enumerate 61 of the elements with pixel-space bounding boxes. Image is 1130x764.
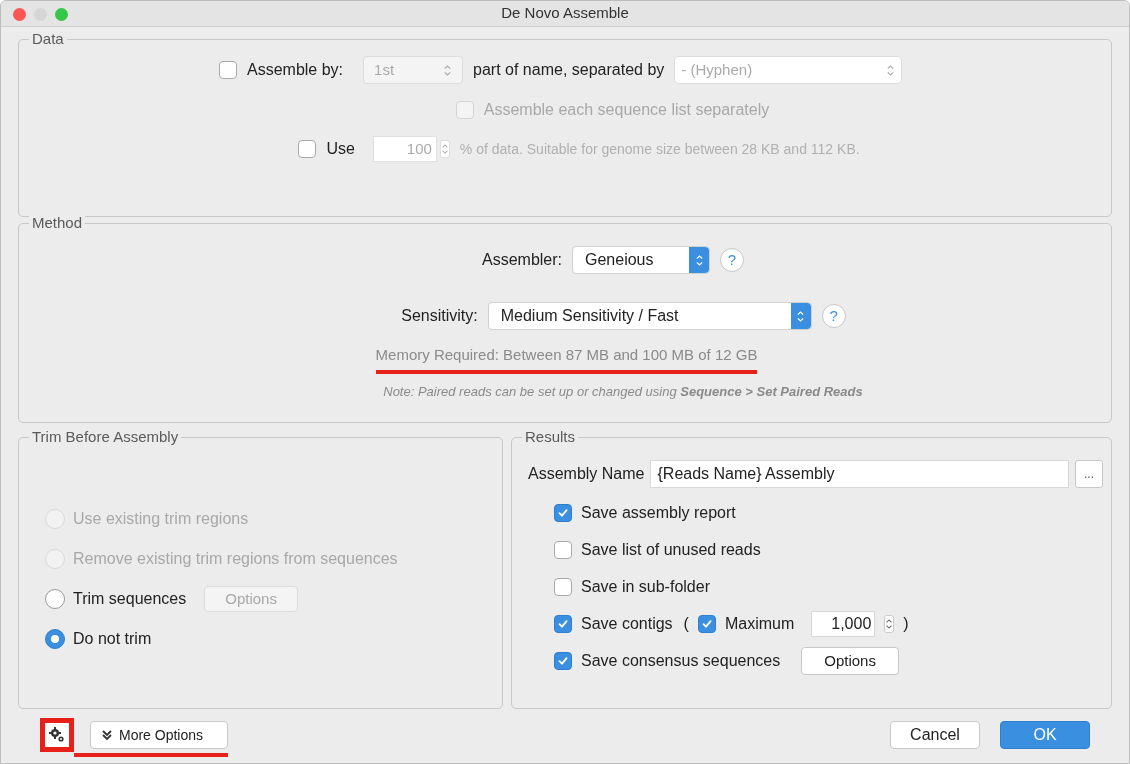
checkbox-label: Save consensus sequences [581,651,781,671]
checkbox[interactable] [554,615,572,633]
help-button[interactable]: ? [720,248,744,272]
radio-button[interactable] [45,589,65,609]
select-value: Geneious [585,250,654,270]
checkbox-label: Save assembly report [581,503,736,523]
radio-label: Remove existing trim regions from sequences [73,549,398,569]
stepper-icon[interactable] [796,308,806,324]
checkbox-label: Assemble by: [247,60,344,80]
checkbox[interactable] [298,140,317,158]
select-value: Medium Sensitivity / Fast [500,306,679,326]
gear-icon [49,727,65,743]
assembler-select[interactable]: Geneious [572,246,710,274]
checkbox[interactable] [219,61,237,79]
close-button[interactable] [13,8,26,21]
checkbox-label: Use [326,139,355,159]
field-label: Sensitivity: [401,306,478,326]
help-button[interactable]: ? [821,304,846,328]
checkbox-label: Save in sub-folder [581,577,710,597]
stepper-icon[interactable] [694,252,704,268]
radio-label: Trim sequences [73,589,187,609]
check-icon [557,655,569,667]
maximum-field[interactable]: 1,000 [811,611,876,637]
cancel-button[interactable]: Cancel [890,721,980,749]
checkbox-label: Assemble each sequence list separately [483,100,770,120]
group-title: Trim Before Assembly [29,428,182,446]
double-chevron-icon [101,729,113,741]
label: part of name, separated by [473,60,665,80]
check-icon [557,507,569,519]
checkbox[interactable] [697,615,716,633]
stepper-icon[interactable] [439,140,450,158]
hint-text: % of data. Suitable for genome size between 28 KB and 112 KB. [459,139,860,159]
checkbox[interactable] [554,578,572,596]
radio-label: Use existing trim regions [73,509,249,529]
settings-button[interactable] [40,718,74,752]
checkbox[interactable] [554,541,572,559]
sensitivity-select[interactable]: Medium Sensitivity / Fast [487,302,812,330]
select-value: 1st [374,59,395,80]
field-label: Assembler: [482,250,562,270]
radio-label: Do not trim [73,629,152,649]
check-icon [700,618,713,630]
stepper-icon[interactable] [884,615,895,633]
check-icon [557,618,569,630]
zoom-button[interactable] [55,8,68,21]
paren-text: ( [683,614,689,634]
checkbox[interactable] [554,652,572,670]
more-options-button[interactable]: More Options [90,721,228,749]
checkbox-label: Maximum [724,614,795,634]
checkbox-label: Save list of unused reads [581,540,761,560]
select-value: - (Hyphen) [681,59,753,80]
assembly-name-field[interactable]: {Reads Name} Assembly [650,460,1069,488]
checkbox-label: Save contigs [581,614,673,634]
radio-button[interactable] [45,629,65,649]
checkbox[interactable] [554,504,572,522]
browse-button[interactable]: ... [1075,460,1103,488]
paren-text: ) [903,614,909,634]
memory-text: Memory Required: Between 87 MB and 100 MB of 12 GB [375,344,758,374]
note-text: Note: Paired reads can be set up or changed using Sequence > Set Paired Reads [383,382,863,401]
field-label: Assembly Name [528,464,645,484]
window-title: De Novo Assemble [501,3,629,24]
options-button[interactable]: Options [801,647,899,675]
